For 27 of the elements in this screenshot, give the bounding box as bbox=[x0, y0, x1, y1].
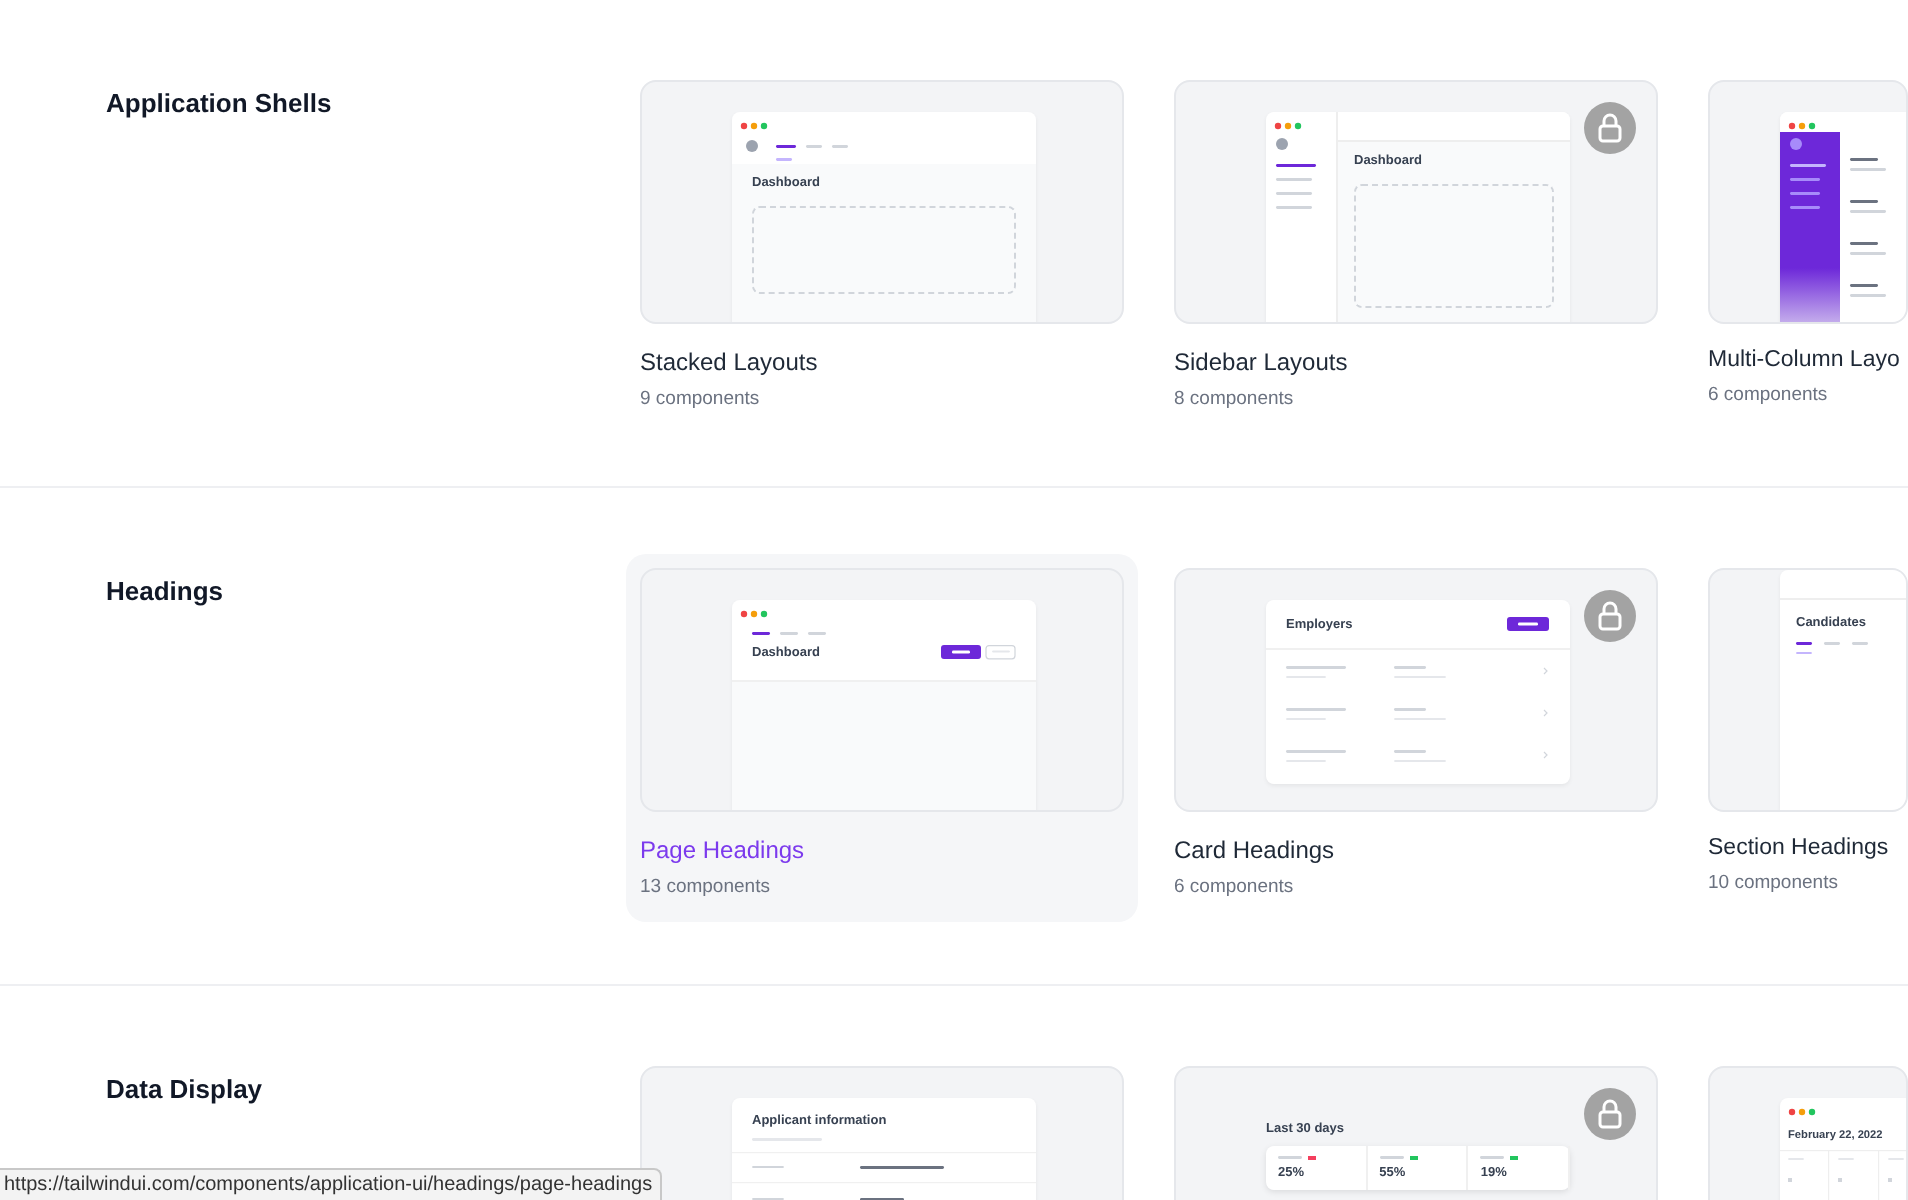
component-count: 8 components bbox=[1174, 388, 1296, 410]
component-count: 9 components bbox=[640, 388, 762, 410]
window-dots-icon bbox=[740, 610, 772, 618]
card-title: Card Headings bbox=[1174, 836, 1337, 864]
card-title: Sidebar Layouts bbox=[1174, 348, 1350, 376]
component-card[interactable]: Multi-Column Layo 6 components bbox=[1708, 80, 1908, 406]
component-count: 10 components bbox=[1708, 872, 1840, 894]
label-line-icon bbox=[1278, 1156, 1302, 1160]
section-heading: Application Shells bbox=[106, 88, 332, 118]
window-dots-icon bbox=[1274, 122, 1306, 130]
heading-buttons-drawing bbox=[940, 644, 1016, 660]
section-heading: Data Display bbox=[106, 1074, 263, 1104]
card-title: Stacked Layouts bbox=[640, 348, 820, 376]
add-button-drawing bbox=[1506, 616, 1550, 632]
card-title: Section Headings bbox=[1708, 836, 1891, 860]
label-line-icon bbox=[1480, 1156, 1505, 1160]
component-count: 6 components bbox=[1174, 876, 1296, 898]
label-line-icon bbox=[1379, 1156, 1404, 1160]
section-heading: Headings bbox=[106, 576, 224, 606]
status-url-tooltip: https://tailwindui.com/components/application-ui/headings/page-headings bbox=[0, 1168, 663, 1200]
window-dots-icon bbox=[1788, 1108, 1820, 1116]
card-title: Multi-Column Layo bbox=[1708, 348, 1902, 372]
window-dots-icon bbox=[1788, 122, 1820, 130]
component-count: 13 components bbox=[640, 876, 772, 898]
component-count: 6 components bbox=[1708, 384, 1830, 406]
card-title: Page Headings bbox=[640, 836, 807, 864]
window-dots-icon bbox=[740, 122, 772, 130]
